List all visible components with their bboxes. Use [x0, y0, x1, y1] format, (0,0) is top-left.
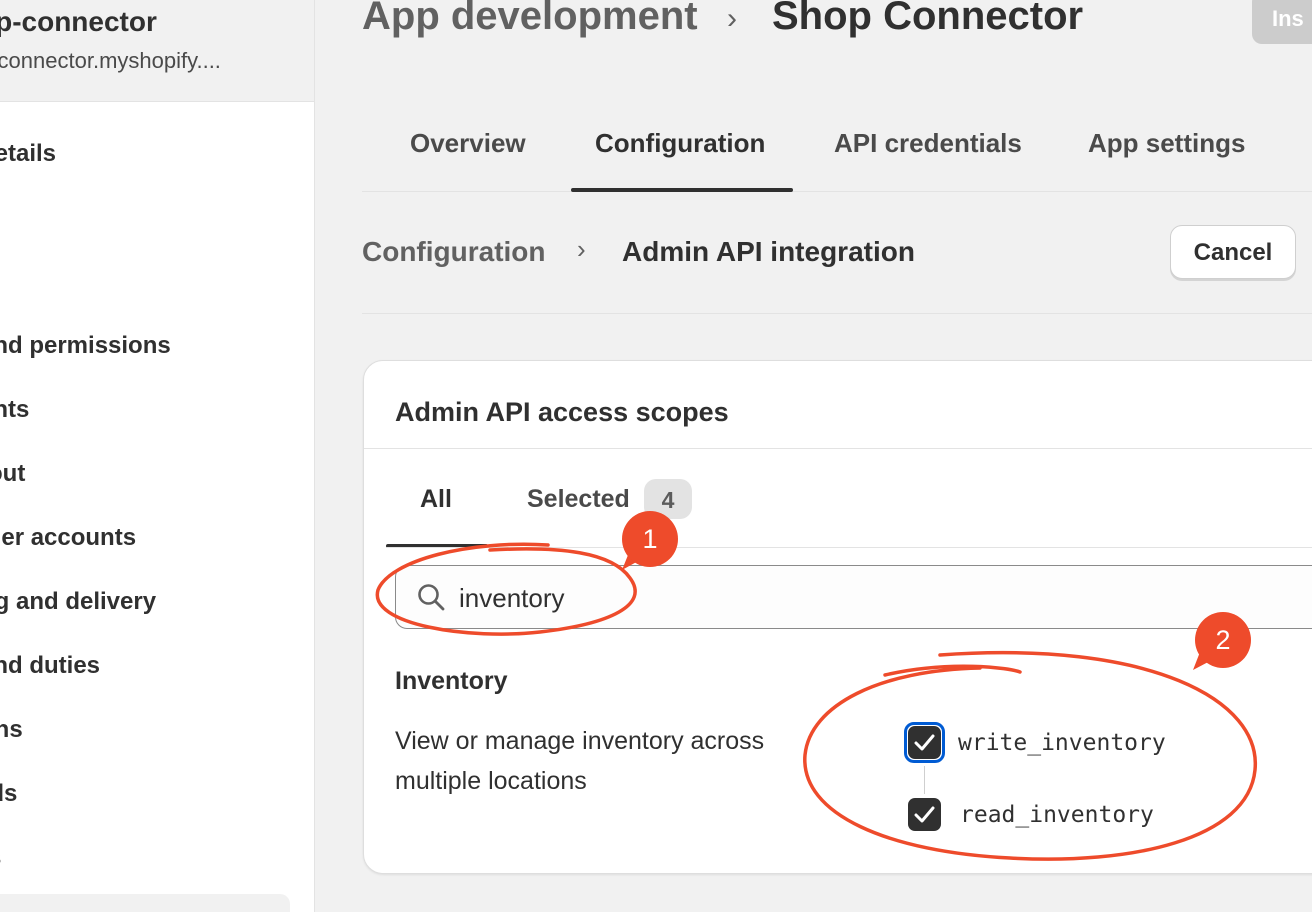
- app-tabs: Overview Configuration API credentials A…: [362, 110, 1312, 192]
- chevron-right-icon: ›: [577, 234, 586, 264]
- search-icon: [418, 584, 445, 611]
- scope-search-input[interactable]: inventory: [395, 565, 1312, 629]
- sidebar-item-payments[interactable]: ents: [0, 396, 29, 424]
- tab-selected-scopes[interactable]: Selected: [527, 485, 630, 514]
- sidebar-item-shipping-delivery[interactable]: ng and delivery: [0, 588, 156, 616]
- tab-configuration[interactable]: Configuration: [595, 128, 765, 159]
- breadcrumb-configuration[interactable]: Configuration: [362, 236, 546, 268]
- sidebar-item-gift-cards[interactable]: rds: [0, 780, 17, 808]
- cancel-button[interactable]: Cancel: [1170, 225, 1296, 279]
- store-name: op-connector: [0, 6, 157, 37]
- sidebar-item-apps-active[interactable]: [0, 894, 290, 912]
- search-value: inventory: [459, 583, 565, 613]
- scope-label-write-inventory[interactable]: write_inventory: [958, 730, 1166, 756]
- tab-api-credentials[interactable]: API credentials: [834, 128, 1022, 159]
- scope-label-read-inventory[interactable]: read_inventory: [960, 802, 1154, 828]
- sidebar-item-users-permissions[interactable]: and permissions: [0, 332, 171, 360]
- annotation-marker-1: 1: [622, 511, 678, 567]
- chevron-right-icon: ›: [727, 2, 737, 35]
- store-domain: o-connector.myshopify....: [0, 48, 221, 73]
- tab-all-scopes[interactable]: All: [420, 485, 452, 514]
- tab-overview[interactable]: Overview: [410, 128, 526, 159]
- sidebar-item-checkout[interactable]: tout: [0, 460, 25, 488]
- sidebar-item-taxes-duties[interactable]: and duties: [0, 652, 100, 680]
- sidebar-item-customer-accounts[interactable]: mer accounts: [0, 524, 136, 552]
- sidebar: op-connector o-connector.myshopify.... d…: [0, 0, 315, 912]
- section-title: Admin API integration: [622, 236, 915, 267]
- checkmark-icon: [914, 734, 935, 751]
- checkmark-icon: [914, 806, 935, 823]
- page-title: Shop Connector: [772, 0, 1084, 38]
- divider: [364, 448, 1312, 449]
- write-inventory-checkbox[interactable]: [908, 726, 941, 759]
- breadcrumb-app-development[interactable]: App development: [362, 0, 698, 39]
- store-header[interactable]: op-connector o-connector.myshopify....: [0, 0, 314, 102]
- sidebar-item-markets[interactable]: ts: [0, 844, 1, 872]
- sidebar-item-details[interactable]: details: [0, 140, 56, 168]
- scope-group-title: Inventory: [395, 667, 508, 695]
- card-title: Admin API access scopes: [395, 397, 729, 427]
- install-app-button[interactable]: Ins: [1252, 0, 1312, 44]
- annotation-marker-2: 2: [1195, 612, 1251, 668]
- sidebar-item-locations[interactable]: ons: [0, 716, 23, 744]
- active-tab-indicator: [571, 188, 793, 192]
- sub-breadcrumb: Configuration › Admin API integration Ca…: [362, 220, 1312, 314]
- scope-group-description: View or manage inventory across multiple…: [395, 727, 765, 795]
- tab-app-settings[interactable]: App settings: [1088, 128, 1245, 159]
- divider: [386, 547, 1312, 548]
- scope-connector-line: [924, 766, 925, 794]
- read-inventory-checkbox[interactable]: [908, 798, 941, 831]
- access-scopes-card: Admin API access scopes All Selected 4 i…: [363, 360, 1312, 874]
